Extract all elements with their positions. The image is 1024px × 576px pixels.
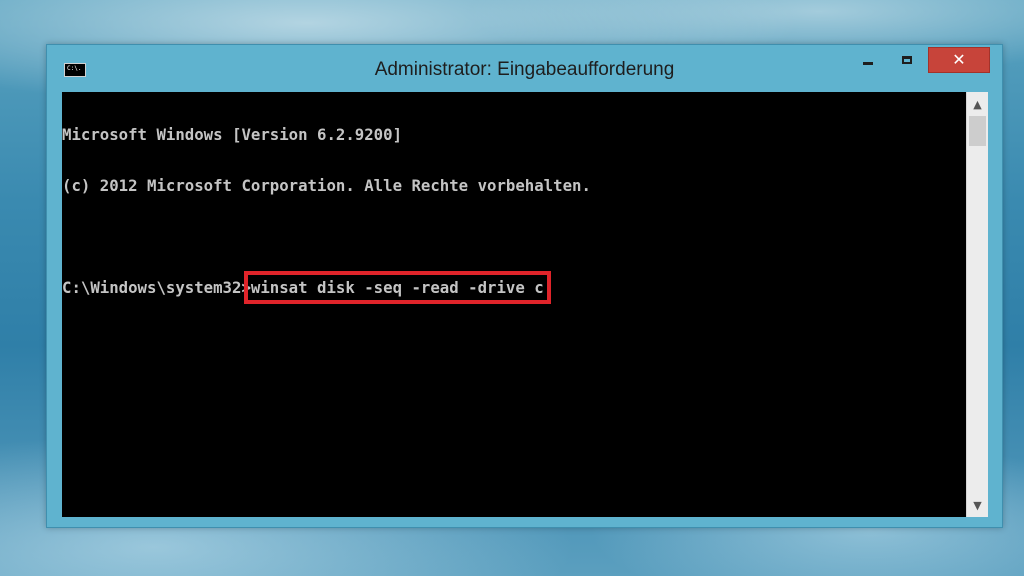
minimize-button[interactable]	[851, 47, 885, 73]
console-line-copyright: (c) 2012 Microsoft Corporation. Alle Rec…	[62, 176, 591, 195]
console-output-area[interactable]: Microsoft Windows [Version 6.2.9200] (c)…	[62, 92, 966, 517]
scroll-down-arrow-icon[interactable]: ▼	[967, 495, 988, 515]
vertical-scrollbar[interactable]: ▲ ▼	[966, 92, 988, 517]
title-bar[interactable]: C:\. Administrator: Eingabeaufforderung …	[47, 45, 1002, 91]
command-prompt-window[interactable]: C:\. Administrator: Eingabeaufforderung …	[46, 44, 1003, 528]
maximize-icon	[902, 56, 912, 64]
maximize-button[interactable]	[890, 47, 924, 73]
minimize-icon	[863, 61, 873, 65]
highlighted-command: winsat disk -seq -read -drive c	[243, 271, 551, 304]
scroll-thumb[interactable]	[969, 116, 986, 146]
console-prompt: C:\Windows\system32>	[62, 278, 251, 297]
close-button[interactable]: ✕	[928, 47, 990, 73]
desktop-background: C:\. Administrator: Eingabeaufforderung …	[0, 0, 1024, 576]
console-line-version: Microsoft Windows [Version 6.2.9200]	[62, 125, 403, 144]
console-line-command: C:\Windows\system32>winsat disk -seq -re…	[62, 271, 591, 304]
console-text: Microsoft Windows [Version 6.2.9200] (c)…	[62, 92, 591, 330]
close-icon: ✕	[952, 50, 966, 69]
scroll-up-arrow-icon[interactable]: ▲	[967, 94, 988, 114]
console-line-blank	[62, 228, 591, 245]
